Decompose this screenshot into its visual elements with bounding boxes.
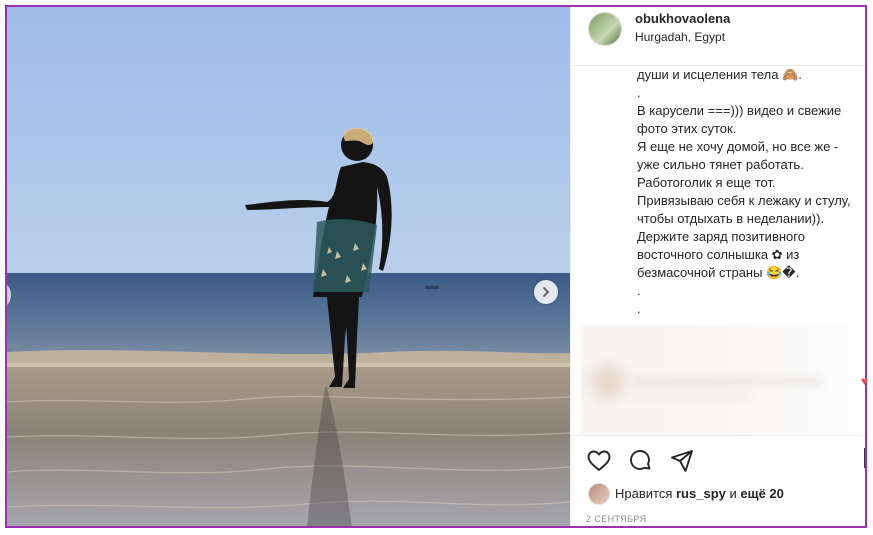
location-link[interactable]: Hurgadah, Egypt [635, 30, 725, 44]
caption-line: души и исцеления тела 🙈. [637, 67, 802, 82]
caption-line: уже сильно тянет работать. [637, 157, 804, 172]
caption-text: души и исцеления тела 🙈. . В карусели ==… [637, 66, 862, 318]
liker-username[interactable]: rus_spy [676, 486, 726, 501]
liker-avatar[interactable] [588, 483, 610, 505]
caption-line: В карусели ===))) видео и свежие [637, 103, 842, 118]
caption-line: Привязываю себя к лежаку и стулу, [637, 193, 851, 208]
next-slide-button[interactable] [534, 280, 558, 304]
caption-line: Держите заряд позитивного [637, 229, 805, 244]
caption-line: . [637, 301, 641, 316]
caption-line: фото этих суток. [637, 121, 737, 136]
paper-plane-icon[interactable] [669, 448, 695, 474]
caption-line: безмасочной страны 😂�. [637, 265, 800, 280]
action-bar: Нравится rus_spy и ещё 20 2 СЕНТЯБРЯ [571, 435, 865, 526]
heart-outline-icon[interactable] [586, 448, 612, 474]
heart-icon[interactable]: ♥ [861, 375, 871, 387]
likes-summary[interactable]: Нравится rus_spy и ещё 20 [615, 486, 784, 501]
likes-connector: и [729, 486, 737, 501]
caption-line: Работоголик я еще тот. [637, 175, 776, 190]
caption-line: Я еще не хочу домой, но все же - [637, 139, 839, 154]
blurred-text [631, 377, 821, 385]
likes-count-link[interactable]: ещё 20 [740, 486, 784, 501]
post-header: obukhovaolena Hurgadah, Egypt [571, 7, 865, 66]
caption-line: чтобы отдыхать в неделании)). [637, 211, 825, 226]
blurred-comment [581, 325, 857, 435]
caption-line: . [637, 283, 641, 298]
caption-line: восточного солнышка ✿ из [637, 247, 800, 262]
likes-prefix: Нравится [615, 486, 673, 501]
post-photo[interactable] [7, 7, 570, 526]
caption-line: . [637, 85, 641, 100]
avatar[interactable] [588, 12, 622, 46]
send-icon[interactable] [864, 448, 873, 468]
comment-bubble-icon[interactable] [627, 448, 653, 474]
blurred-avatar [591, 365, 625, 399]
post-dialog: obukhovaolena Hurgadah, Egypt души и исц… [5, 5, 867, 528]
chevron-right-icon [543, 287, 549, 297]
username-link[interactable]: obukhovaolena [635, 11, 730, 26]
post-date[interactable]: 2 СЕНТЯБРЯ [586, 514, 647, 524]
post-sidebar: obukhovaolena Hurgadah, Egypt души и исц… [570, 7, 865, 526]
blurred-text [631, 393, 751, 399]
